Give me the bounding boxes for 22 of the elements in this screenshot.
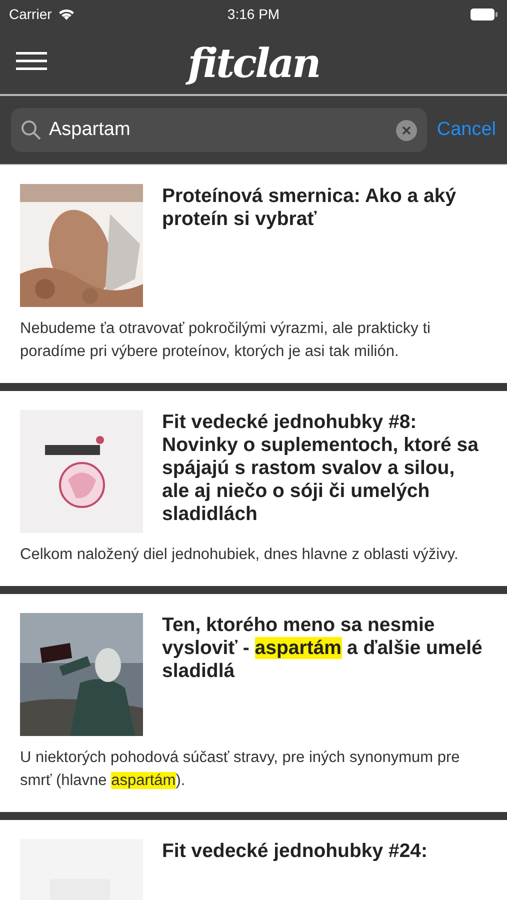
article-summary: U niektorých pohodová súčasť stravy, pre iných synonymum pre smrť (hlavne aspartám). bbox=[20, 748, 461, 791]
article-title: Fit vedecké jednohubky #8: Novinky o suplementoch, ktoré sa spájajú s rastom svalov a silou, ale aj niečo o sóji či umelých sladidlách bbox=[162, 410, 480, 527]
wifi-icon bbox=[58, 8, 75, 20]
clock-label: 3:16 PM bbox=[227, 4, 280, 24]
article-card[interactable]: Fit vedecké jednohubky #8: Novinky o suplementoch, ktoré sa spájajú s rastom svalov a silou, ale aj niečo o sóji či umelých sladidlách Celkom naložený diel jednohubiek, dnes hlavne z oblasti výživy. bbox=[0, 391, 507, 586]
search-icon bbox=[21, 120, 41, 140]
article-summary: Celkom naložený diel jednohubiek, dnes hlavne z oblasti výživy. bbox=[20, 545, 460, 565]
menu-icon bbox=[16, 52, 47, 70]
article-card[interactable]: Ten, ktorého meno sa nesmie vysloviť - aspartám a ďalšie umelé sladidlá U niektorých pohodová súčasť stravy, pre iných synonymum pre smrť (hlavne aspartám). bbox=[0, 594, 507, 812]
search-field[interactable]: Aspartam bbox=[11, 108, 427, 152]
fitclan-logo: fitclan bbox=[188, 39, 320, 89]
battery-icon bbox=[470, 8, 498, 20]
article-card[interactable]: Proteínová smernica: Ako a aký proteín si vybrať Nebudeme ťa otravovať pokročilými výrazmi, ale prakticky ti poradíme pri výbere proteínov, ktorých je asi tak milión. bbox=[0, 165, 507, 383]
article-title: Ten, ktorého meno sa nesmie vysloviť - aspartám a ďalšie umelé sladidlá bbox=[162, 613, 484, 684]
search-input[interactable]: Aspartam bbox=[49, 116, 388, 144]
article-summary: Nebudeme ťa otravovať pokročilými výrazmi, ale prakticky ti poradíme pri výbere proteínov, ktorých je asi tak milión. bbox=[20, 319, 432, 362]
article-title: Proteínová smernica: Ako a aký proteín si vybrať bbox=[162, 184, 458, 232]
article-card[interactable]: Fit vedecké jednohubky #24: bbox=[0, 820, 507, 900]
clear-button[interactable] bbox=[396, 120, 417, 140]
carrier-label: Carrier bbox=[9, 4, 52, 24]
article-title: Fit vedecké jednohubky #24: bbox=[162, 839, 428, 864]
close-icon bbox=[402, 126, 411, 134]
